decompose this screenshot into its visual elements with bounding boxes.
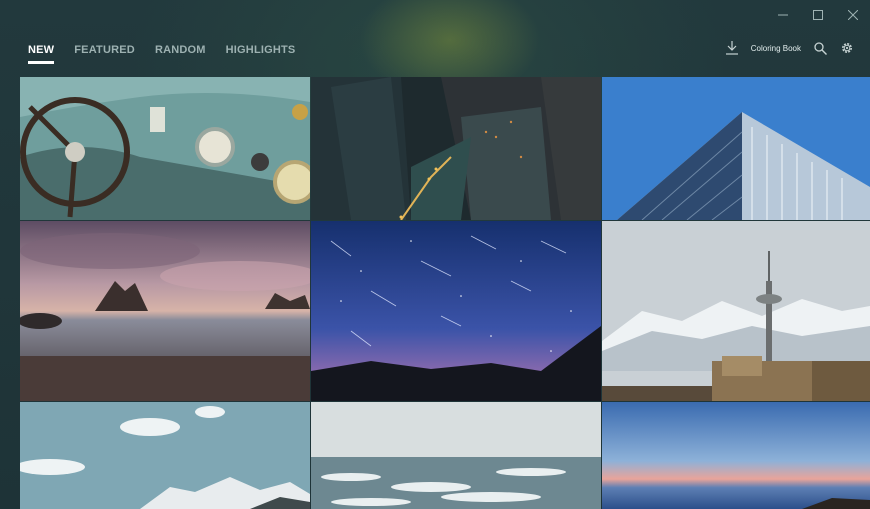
photo-night-sky [311,221,601,401]
photo-tile[interactable] [20,221,310,401]
photo-grid [20,77,870,509]
nav-tabs: NEW FEATURED RANDOM HIGHLIGHTS [28,44,296,64]
photo-city-night [311,77,601,220]
tab-highlights[interactable]: HIGHLIGHTS [226,44,296,62]
photo-tile[interactable] [311,77,601,220]
photo-rocky-beach [20,221,310,401]
photo-tile[interactable] [602,221,870,401]
window-controls [765,0,870,30]
photo-tile[interactable] [20,402,310,509]
tab-random[interactable]: RANDOM [155,44,206,62]
photo-tile[interactable] [602,402,870,509]
tab-new[interactable]: NEW [28,44,55,64]
minimize-icon[interactable] [765,0,800,30]
photo-modern-building [602,77,870,220]
toolbar: Coloring Book [725,41,854,55]
search-icon[interactable] [814,41,827,55]
photo-tile[interactable] [602,77,870,220]
photo-icy-sea [311,402,601,509]
close-icon[interactable] [835,0,870,30]
photo-tile[interactable] [311,402,601,509]
download-icon[interactable] [725,41,738,55]
collection-label[interactable]: Coloring Book [751,44,801,53]
photo-clouds-peaks [20,402,310,509]
photo-sunset-sea [602,402,870,509]
maximize-icon[interactable] [800,0,835,30]
photo-tile[interactable] [311,221,601,401]
photo-tower-mountains [602,221,870,401]
photo-car-dashboard [20,77,310,220]
photo-tile[interactable] [20,77,310,220]
gear-icon[interactable] [840,41,854,55]
tab-featured[interactable]: FEATURED [74,44,135,62]
